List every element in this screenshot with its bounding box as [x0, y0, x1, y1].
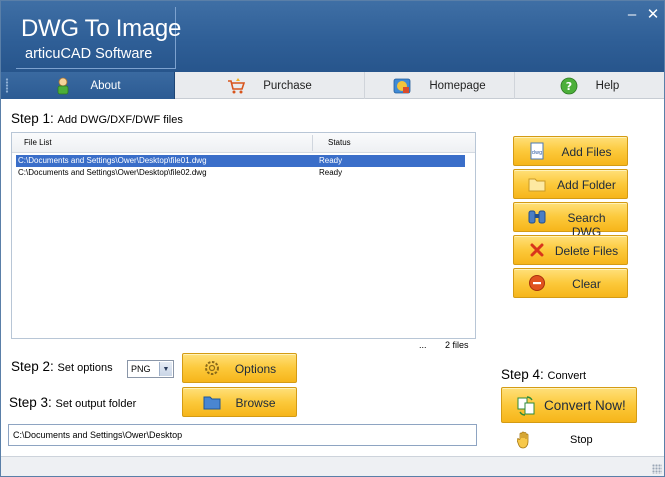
- convert-now-button[interactable]: Convert Now!: [501, 387, 637, 423]
- delete-x-icon: [530, 243, 544, 257]
- close-button[interactable]: ✕: [644, 7, 662, 25]
- person-icon: [58, 77, 69, 94]
- step4-number: Step 4:: [501, 367, 544, 382]
- format-select[interactable]: PNG ▼: [127, 360, 174, 378]
- step1-number: Step 1:: [11, 111, 54, 126]
- step4-text: Convert: [547, 370, 587, 382]
- step4-heading: Step 4: Convert: [501, 367, 586, 382]
- search-dwg-button[interactable]: Search DWG: [513, 202, 628, 239]
- app-subtitle: articuCAD Software: [25, 46, 153, 62]
- add-files-button[interactable]: dwg Add Files: [513, 136, 628, 166]
- column-status[interactable]: Status: [328, 138, 351, 147]
- svg-text:?: ?: [565, 80, 571, 93]
- shopping-cart-icon: [228, 77, 246, 93]
- step1-heading: Step 1: Add DWG/DXF/DWF files: [11, 111, 183, 126]
- tab-about[interactable]: About: [1, 72, 175, 99]
- format-value: PNG: [131, 364, 151, 374]
- column-divider: [312, 135, 313, 151]
- tab-purchase[interactable]: Purchase: [175, 72, 365, 99]
- clear-minus-icon: [529, 275, 545, 291]
- file-list-header: File List Status: [12, 133, 475, 153]
- app-window: DWG To Image articuCAD Software – ✕ Abou…: [0, 0, 665, 477]
- minimize-button[interactable]: –: [623, 7, 641, 25]
- output-folder-field[interactable]: C:\Documents and Settings\Ower\Desktop: [8, 424, 477, 446]
- add-files-label: Add Files: [561, 145, 612, 159]
- tab-bar: About Purchase Homepage ? Help: [1, 72, 664, 99]
- app-title: DWG To Image: [21, 15, 182, 42]
- help-icon: ?: [560, 77, 578, 94]
- delete-files-label: Delete Files: [554, 244, 619, 258]
- tab-homepage[interactable]: Homepage: [365, 72, 515, 99]
- tab-purchase-label: Purchase: [263, 79, 312, 92]
- stop-label: Stop: [570, 434, 593, 446]
- file-path: C:\Documents and Settings\Ower\Desktop\f…: [18, 156, 207, 165]
- step3-text: Set output folder: [55, 398, 137, 410]
- title-bar: DWG To Image articuCAD Software – ✕: [1, 1, 664, 72]
- file-status: Ready: [319, 156, 343, 165]
- file-path: C:\Documents and Settings\Ower\Desktop\f…: [18, 168, 207, 177]
- step3-heading: Step 3: Set output folder: [9, 395, 136, 410]
- stop-button[interactable]: Stop: [517, 431, 607, 451]
- file-status: Ready: [319, 168, 343, 177]
- status-bar: [1, 456, 664, 476]
- tab-homepage-label: Homepage: [429, 79, 486, 92]
- binoculars-icon: [528, 210, 546, 224]
- convert-icon: [517, 396, 535, 416]
- options-button[interactable]: Options: [182, 353, 297, 383]
- convert-now-label: Convert Now!: [544, 398, 626, 413]
- hand-stop-icon: [517, 431, 529, 449]
- dwg-file-icon: dwg: [530, 142, 544, 160]
- step1-text: Add DWG/DXF/DWF files: [57, 114, 183, 126]
- delete-files-button[interactable]: Delete Files: [513, 235, 628, 265]
- chevron-down-icon[interactable]: ▼: [159, 362, 172, 376]
- file-count-ellipsis: ...: [419, 340, 427, 350]
- add-folder-label: Add Folder: [557, 178, 616, 192]
- table-row[interactable]: C:\Documents and Settings\Ower\Desktop\f…: [16, 167, 465, 179]
- step2-heading: Step 2: Set options: [11, 359, 113, 374]
- options-label: Options: [234, 362, 277, 376]
- folder-icon: [203, 396, 221, 410]
- column-file-list[interactable]: File List: [24, 138, 52, 147]
- clear-label: Clear: [572, 277, 601, 291]
- tab-help[interactable]: ? Help: [515, 72, 664, 99]
- step2-number: Step 2:: [11, 359, 54, 374]
- file-list[interactable]: File List Status C:\Documents and Settin…: [11, 132, 476, 339]
- table-row[interactable]: C:\Documents and Settings\Ower\Desktop\f…: [15, 154, 466, 168]
- svg-text:dwg: dwg: [532, 150, 542, 156]
- clear-button[interactable]: Clear: [513, 268, 628, 298]
- file-count-text: 2 files: [445, 340, 469, 350]
- gear-icon: [205, 361, 219, 375]
- add-folder-button[interactable]: Add Folder: [513, 169, 628, 199]
- tab-help-label: Help: [595, 79, 620, 92]
- step2-text: Set options: [57, 362, 113, 374]
- file-count: ... 2 files: [419, 340, 469, 350]
- globe-icon: [393, 78, 411, 93]
- toolbar-grip: [5, 78, 9, 93]
- browse-label: Browse: [235, 396, 276, 410]
- resize-grip[interactable]: [652, 464, 662, 474]
- tab-about-label: About: [90, 79, 121, 92]
- step3-number: Step 3:: [9, 395, 52, 410]
- browse-button[interactable]: Browse: [182, 387, 297, 417]
- folder-icon: [528, 178, 546, 192]
